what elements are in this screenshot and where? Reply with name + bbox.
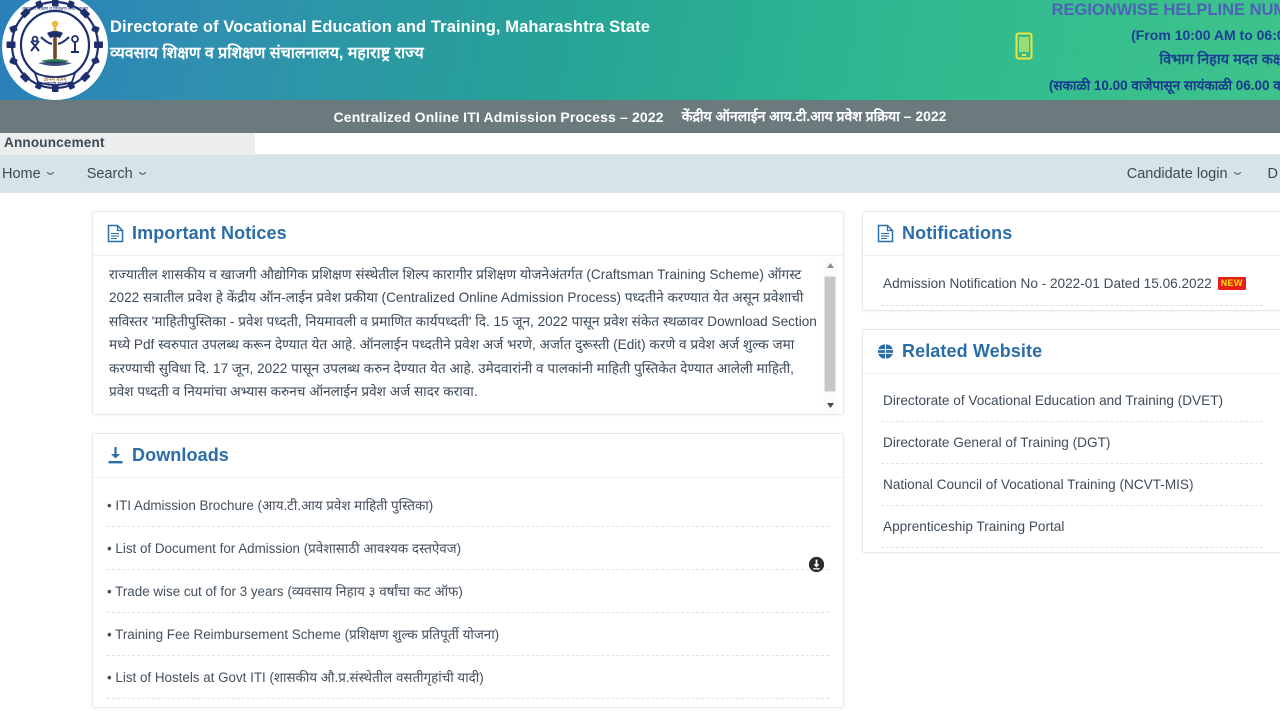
site-title-english: Directorate of Vocational Education and … [110, 18, 651, 36]
main-navbar: Home Search Candidate login D [0, 155, 1280, 193]
site-title-marathi: व्यवसाय शिक्षण व प्रशिक्षण संचालनालय, मह… [110, 45, 424, 62]
emblem-icon: ज्ञानम्‌ बलम्‌ व्यवसाय शिक्षण व प्रशिक्ष… [6, 0, 103, 92]
important-notices-body: राज्यातील शासकीय व खाजगी औद्योगिक प्रशिक… [93, 256, 843, 414]
list-item[interactable]: Directorate General of Training (DGT) [881, 422, 1263, 464]
important-notices-text: राज्यातील शासकीय व खाजगी औद्योगिक प्रशिक… [109, 267, 817, 400]
document-icon [107, 224, 124, 243]
globe-icon [877, 343, 894, 360]
list-item[interactable]: • Trade wise cut of for 3 years (व्यवसाय… [107, 570, 829, 613]
nav-item-search-label: Search [86, 166, 133, 182]
ribbon-text-marathi: केंद्रीय ऑनलाईन आय.टी.आय प्रवेश प्रक्रिय… [681, 108, 947, 124]
list-item[interactable]: • List of Hostels at Govt ITI (शासकीय औ.… [107, 656, 829, 699]
document-icon [877, 224, 894, 243]
related-website-list: Directorate of Vocational Education and … [863, 374, 1280, 552]
chevron-down-icon [138, 171, 146, 175]
navbar-right-group: Candidate login D [1125, 155, 1280, 193]
navbar-left-group: Home Search [0, 155, 163, 193]
left-column: Important Notices राज्यातील शासकीय व खाज… [92, 211, 844, 726]
related-website-title: Related Website [902, 341, 1043, 361]
ribbon-text-english: Centralized Online ITI Admission Process… [333, 108, 664, 125]
downloads-header: Downloads [93, 434, 843, 478]
important-notices-title: Important Notices [132, 223, 287, 243]
helpline-hours-en: (From 10:00 AM to 06:00 PM) [1131, 27, 1280, 43]
list-item[interactable]: • List of Document for Admission (प्रवेश… [107, 527, 829, 570]
list-item[interactable]: • Training Fee Reimbursement Scheme (प्र… [107, 613, 829, 656]
nav-item-truncated-label: D [1267, 166, 1278, 182]
helpline-block: REGIONWISE HELPLINE NUMBER (From 10:00 A… [902, 0, 1280, 98]
related-website-card: Related Website Directorate of Vocationa… [862, 329, 1280, 553]
helpline-title: REGIONWISE HELPLINE NUMBER [1051, 1, 1280, 19]
notifications-card: Notifications Admission Notification No … [862, 211, 1280, 311]
process-ribbon: Centralized Online ITI Admission Process… [0, 100, 1280, 133]
status-badge: NEW [1217, 277, 1246, 290]
announcement-label: Announcement [4, 135, 105, 150]
notifications-title: Notifications [902, 223, 1013, 243]
list-item[interactable]: Directorate of Vocational Education and … [881, 380, 1263, 422]
important-notices-header: Important Notices [93, 212, 843, 256]
dvet-emblem-logo[interactable]: ज्ञानम्‌ बलम्‌ व्यवसाय शिक्षण व प्रशिक्ष… [2, 0, 108, 100]
list-item[interactable]: Admission Notification No - 2022-01 Date… [881, 262, 1263, 306]
helpline-hours-marathi: (सकाळी 10.00 वाजेपासून सायंकाळी 06.00 वा… [1048, 78, 1280, 93]
scroll-up-arrow-icon[interactable] [823, 258, 837, 272]
right-column: Notifications Admission Notification No … [862, 211, 1280, 726]
chevron-down-icon [1233, 171, 1241, 175]
nav-item-home[interactable]: Home [0, 155, 71, 193]
download-icon [108, 447, 123, 464]
list-item[interactable]: Apprenticeship Training Portal [881, 506, 1263, 548]
chevron-down-icon [46, 171, 54, 175]
list-item[interactable]: National Council of Vocational Training … [881, 464, 1263, 506]
downloads-list: • ITI Admission Brochure (आय.टी.आय प्रवे… [93, 478, 843, 707]
notifications-header: Notifications [863, 212, 1280, 256]
svg-text:महाराष्ट्र राज्य: महाराष्ट्र राज्य [44, 81, 66, 86]
site-header: ज्ञानम्‌ बलम्‌ व्यवसाय शिक्षण व प्रशिक्ष… [0, 0, 1280, 100]
list-item[interactable]: • ITI Admission Brochure (आय.टी.आय प्रवे… [107, 484, 829, 527]
related-website-header: Related Website [863, 330, 1280, 374]
downloads-title: Downloads [132, 445, 229, 465]
nav-item-search[interactable]: Search [71, 155, 163, 193]
main-content: Important Notices राज्यातील शासकीय व खाज… [0, 193, 1280, 726]
nav-item-home-label: Home [2, 166, 41, 182]
notifications-list: Admission Notification No - 2022-01 Date… [863, 256, 1280, 310]
important-notices-card: Important Notices राज्यातील शासकीय व खाज… [92, 211, 844, 415]
nav-item-candidate-login-label: Candidate login [1126, 166, 1228, 182]
nav-item-truncated[interactable]: D [1258, 155, 1280, 193]
notification-text: Admission Notification No - 2022-01 Date… [883, 276, 1212, 291]
announcement-bar: Announcement [0, 133, 1280, 155]
notices-scroll-thumb[interactable] [824, 276, 836, 392]
download-circle-icon[interactable] [808, 556, 825, 573]
header-titles: Directorate of Vocational Education and … [110, 16, 650, 68]
scroll-down-arrow-icon[interactable] [823, 398, 837, 412]
nav-item-candidate-login[interactable]: Candidate login [1125, 155, 1258, 193]
svg-text:व्यवसाय शिक्षण व प्रशिक्षण संच: व्यवसाय शिक्षण व प्रशिक्षण संचालनालय [22, 5, 88, 11]
helpline-title-marathi: विभाग निहाय मदत कक्ष क्रमांक [1159, 52, 1280, 68]
downloads-card: Downloads • ITI Admission Brochure (आय.ट… [92, 433, 844, 708]
